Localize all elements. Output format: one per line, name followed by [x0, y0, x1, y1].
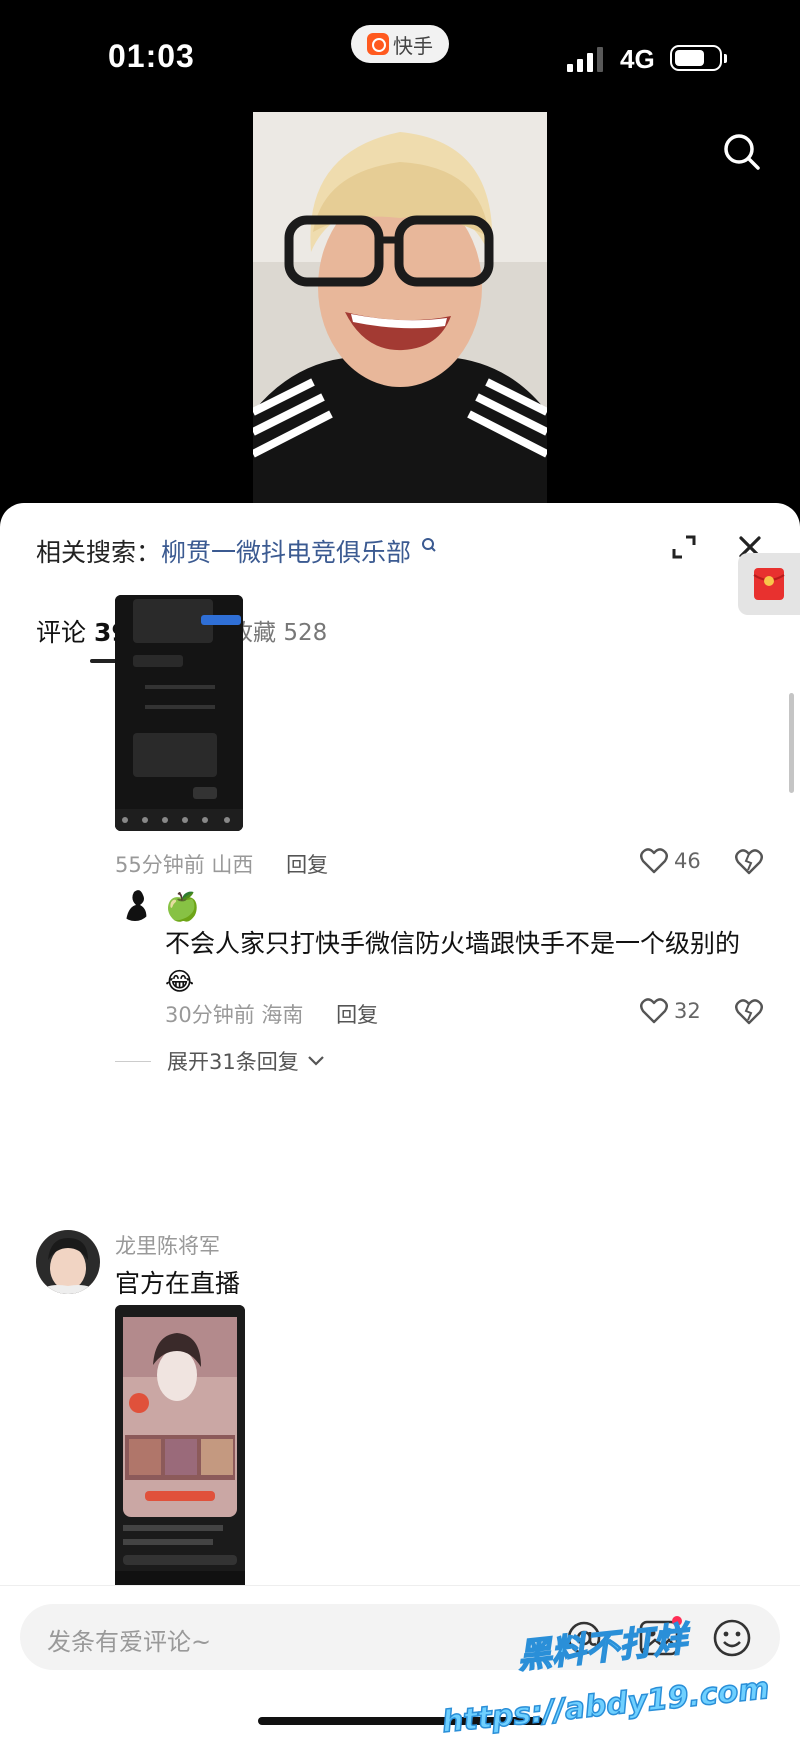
like-button[interactable]: 46 — [640, 848, 701, 874]
status-time: 01:03 — [108, 38, 195, 74]
dislike-heart-icon[interactable] — [735, 848, 763, 876]
comment-image-screenshot[interactable] — [115, 595, 243, 831]
silhouette-avatar-image — [126, 890, 147, 921]
reply-text: 不会人家只打快手微信防火墙跟快手不是一个级别的😂 — [165, 929, 741, 996]
video-player[interactable] — [253, 112, 547, 504]
status-bar: 01:03 快手 4G — [0, 0, 800, 110]
video-frame-image — [253, 112, 547, 504]
dislike-heart-icon[interactable] — [735, 998, 763, 1026]
livestream-screenshot-image — [115, 1305, 245, 1591]
expand-replies-label: 展开31条回复 — [167, 1050, 299, 1074]
reply-like-button[interactable]: 32 — [640, 998, 701, 1024]
red-envelope-icon — [753, 568, 785, 600]
network-label: 4G — [620, 44, 655, 74]
related-search[interactable]: 相关搜索：柳贯一微抖电竞俱乐部 — [36, 533, 437, 569]
app-pill-label: 快手 — [393, 33, 433, 58]
comment-time: 55分钟前 — [115, 853, 205, 877]
comment-sheet: 相关搜索：柳贯一微抖电竞俱乐部 评论 3965 收藏 528 — [0, 503, 800, 1738]
divider-line — [115, 1060, 151, 1062]
tab-comments-label: 评论 — [36, 618, 87, 647]
reply-time: 30分钟前 — [165, 1003, 255, 1027]
expand-replies-button[interactable]: 展开31条回复 — [115, 1046, 325, 1076]
tab-favorites-count: 528 — [283, 620, 328, 646]
comment-image-livestream[interactable] — [115, 1305, 245, 1591]
watermark-line2: https://abdy19.com — [440, 1671, 771, 1738]
related-search-query[interactable]: 柳贯一微抖电竞俱乐部 — [161, 538, 411, 567]
comment-meta: 55分钟前 山西 回复 — [115, 849, 328, 879]
heart-icon — [640, 848, 668, 874]
reply-avatar[interactable] — [118, 887, 152, 921]
reply-meta: 30分钟前 海南 回复 — [165, 999, 378, 1029]
like-count: 46 — [674, 849, 701, 873]
commenter-avatar[interactable] — [36, 1230, 100, 1294]
chevron-down-icon — [307, 1056, 324, 1066]
battery-icon — [670, 45, 727, 71]
reply-username-emoji[interactable]: 🍏 — [165, 888, 200, 926]
signal-icon — [567, 46, 603, 72]
related-search-label: 相关搜索： — [36, 538, 162, 567]
reply-location: 海南 — [261, 1003, 304, 1027]
user-avatar-image — [36, 1230, 100, 1294]
reply-button[interactable]: 回复 — [286, 853, 328, 877]
app-pill[interactable]: 快手 — [351, 25, 449, 63]
commenter-username[interactable]: 龙里陈将军 — [115, 1230, 220, 1260]
chat-screenshot-image — [115, 595, 243, 831]
heart-icon — [640, 998, 668, 1024]
comment-text: 官方在直播 — [115, 1269, 241, 1298]
reply-reply-button[interactable]: 回复 — [336, 1003, 378, 1027]
kuaishou-logo-icon — [367, 33, 389, 55]
comment-location: 山西 — [211, 853, 254, 877]
expand-icon[interactable] — [670, 533, 698, 561]
tab-favorites[interactable]: 收藏 528 — [230, 613, 327, 647]
red-packet-button[interactable] — [738, 553, 800, 615]
comment-input-placeholder: 发条有爱评论~ — [47, 1628, 212, 1656]
scrollbar[interactable] — [789, 693, 794, 793]
search-small-icon — [421, 538, 436, 552]
search-icon[interactable] — [722, 132, 762, 172]
site-watermark: 黑料不打烊 https://abdy19.com — [440, 1618, 772, 1738]
reply-like-count: 32 — [674, 999, 701, 1023]
battery-level — [675, 50, 705, 66]
watermark-line1: 黑料不打烊 — [516, 1619, 694, 1677]
